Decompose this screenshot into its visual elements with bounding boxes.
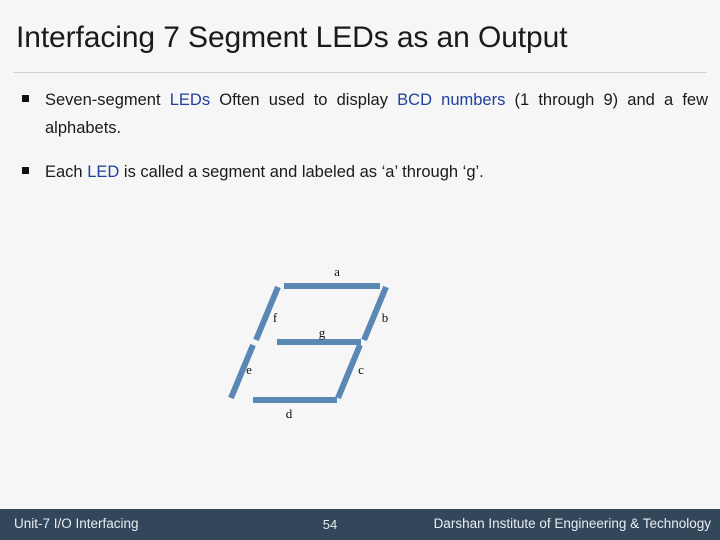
list-item-text: Each LED is called a segment and labeled… bbox=[45, 158, 708, 186]
bullet-list: Seven-segment LEDs Often used to display… bbox=[0, 86, 720, 202]
bullet-2-part-0: Each bbox=[45, 163, 88, 181]
square-bullet-icon bbox=[22, 167, 29, 174]
footer-page-number: 54 bbox=[322, 517, 338, 532]
segment-c bbox=[335, 343, 363, 400]
segment-label-f: f bbox=[273, 310, 278, 325]
bullet-1-part-1: LEDs bbox=[169, 91, 211, 109]
bullet-1-part-0: Seven-segment bbox=[45, 91, 170, 109]
segment-label-c: c bbox=[358, 362, 364, 377]
segment-label-g: g bbox=[319, 325, 326, 340]
segment-label-e: e bbox=[246, 362, 252, 377]
bullet-1-part-2: Often used to display bbox=[210, 91, 398, 109]
bullet-2-part-2: is called a segment and labeled as ‘a’ t… bbox=[119, 163, 484, 181]
bullet-2-part-1: LED bbox=[87, 163, 120, 181]
seven-segment-diagram: a b c d e f g bbox=[220, 255, 440, 435]
list-item: Each LED is called a segment and labeled… bbox=[0, 158, 720, 186]
bullet-1-part-3: BCD numbers bbox=[397, 91, 506, 109]
footer-unit-label: Unit-7 I/O Interfacing bbox=[14, 516, 139, 531]
footer-institute-label: Darshan Institute of Engineering & Techn… bbox=[433, 516, 711, 531]
slide-canvas: Interfacing 7 Segment LEDs as an Output … bbox=[0, 0, 720, 540]
segment-label-d: d bbox=[286, 406, 293, 421]
segment-label-b: b bbox=[382, 310, 389, 325]
list-item: Seven-segment LEDs Often used to display… bbox=[0, 86, 720, 142]
list-item-text: Seven-segment LEDs Often used to display… bbox=[45, 86, 708, 142]
title-divider bbox=[13, 72, 707, 73]
square-bullet-icon bbox=[22, 95, 29, 102]
page-title: Interfacing 7 Segment LEDs as an Output bbox=[16, 21, 568, 54]
footer-bar: Unit-7 I/O Interfacing 54 Darshan Instit… bbox=[0, 509, 720, 540]
segment-label-a: a bbox=[334, 264, 340, 279]
title-block: Interfacing 7 Segment LEDs as an Output bbox=[0, 18, 720, 64]
